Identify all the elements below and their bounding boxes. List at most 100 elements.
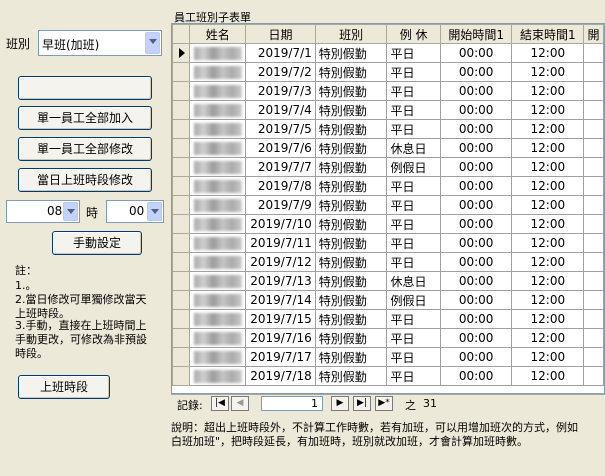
cell-end1[interactable]: 12:00 [511,62,585,82]
cell-start1[interactable]: 00:00 [439,271,513,291]
row-selector[interactable] [172,214,191,234]
row-selector[interactable] [172,176,191,196]
row-selector[interactable] [172,252,191,272]
cell-name[interactable] [189,176,247,196]
cell-shift[interactable]: 特別假勤 [314,233,388,253]
row-selector[interactable] [172,138,191,158]
day-shift-modify-button[interactable]: 當日上班時段修改 [18,168,152,192]
cell-date[interactable]: 2019/7/16 [245,328,316,348]
cell-daytype[interactable]: 平日 [386,214,441,234]
cell-name[interactable] [189,62,247,82]
cell-end1[interactable]: 12:00 [511,252,585,272]
cell-start2[interactable] [583,290,604,310]
cell-start1[interactable]: 00:00 [439,347,513,367]
modify-all-button[interactable]: 單一員工全部修改 [18,137,152,161]
cell-daytype[interactable]: 平日 [386,100,441,120]
cell-start1[interactable]: 00:00 [439,214,513,234]
cell-start2[interactable] [583,347,604,367]
cell-date[interactable]: 2019/7/14 [245,290,316,310]
cell-start1[interactable]: 00:00 [439,62,513,82]
cell-start2[interactable] [583,81,604,101]
cell-daytype[interactable]: 平日 [386,195,441,215]
cell-name[interactable] [189,43,247,63]
cell-shift[interactable]: 特別假勤 [314,62,388,82]
cell-end1[interactable]: 12:00 [511,157,585,177]
cell-shift[interactable]: 特別假勤 [314,214,388,234]
cell-date[interactable]: 2019/7/6 [245,138,316,158]
cell-start2[interactable] [583,195,604,215]
cell-start2[interactable] [583,138,604,158]
row-selector[interactable] [172,233,191,253]
cell-date[interactable]: 2019/7/2 [245,62,316,82]
cell-start1[interactable]: 00:00 [439,43,513,63]
cell-shift[interactable]: 特別假勤 [314,347,388,367]
table-row[interactable]: 2019/7/5 特別假勤 平日 00:00 12:00 [172,119,604,139]
cell-shift[interactable]: 特別假勤 [314,252,388,272]
cell-date[interactable]: 2019/7/7 [245,157,316,177]
cell-end1[interactable]: 12:00 [511,214,585,234]
hour-select[interactable]: 08 [6,200,80,223]
cell-date[interactable]: 2019/7/17 [245,347,316,367]
cell-end1[interactable]: 12:00 [511,347,585,367]
cell-date[interactable]: 2019/7/11 [245,233,316,253]
cell-name[interactable] [189,328,247,348]
table-row[interactable]: 2019/7/16 特別假勤 平日 00:00 12:00 [172,328,604,348]
cell-name[interactable] [189,119,247,139]
cell-shift[interactable]: 特別假勤 [314,138,388,158]
cell-daytype[interactable]: 例假日 [386,290,441,310]
cell-daytype[interactable]: 平日 [386,119,441,139]
cell-daytype[interactable]: 平日 [386,328,441,348]
cell-start2[interactable] [583,119,604,139]
cell-end1[interactable]: 12:00 [511,176,585,196]
cell-daytype[interactable]: 平日 [386,347,441,367]
table-row[interactable]: 2019/7/1 特別假勤 平日 00:00 12:00 [172,43,604,63]
col-start2-header[interactable]: 開 [583,24,604,44]
cell-shift[interactable]: 特別假勤 [314,43,388,63]
cell-end1[interactable]: 12:00 [511,271,585,291]
row-selector[interactable] [172,119,191,139]
row-selector[interactable] [172,347,191,367]
cell-name[interactable] [189,214,247,234]
row-selector[interactable] [172,62,191,82]
cell-shift[interactable]: 特別假勤 [314,81,388,101]
col-end1-header[interactable]: 結束時間1 [511,24,585,44]
cell-shift[interactable]: 特別假勤 [314,195,388,215]
chevron-down-icon[interactable] [147,202,162,221]
cell-shift[interactable]: 特別假勤 [314,176,388,196]
col-date-header[interactable]: 日期 [245,24,316,44]
row-selector[interactable] [172,366,191,386]
cell-start1[interactable]: 00:00 [439,309,513,329]
cell-date[interactable]: 2019/7/13 [245,271,316,291]
cell-daytype[interactable]: 休息日 [386,138,441,158]
cell-start1[interactable]: 00:00 [439,252,513,272]
work-hours-button[interactable]: 上班時段 [18,375,110,399]
col-start1-header[interactable]: 開始時間1 [439,24,513,44]
next-record-icon[interactable]: ▶ [331,396,349,411]
cell-name[interactable] [189,138,247,158]
cell-date[interactable]: 2019/7/18 [245,366,316,386]
cell-end1[interactable]: 12:00 [511,119,585,139]
cell-start2[interactable] [583,328,604,348]
cell-name[interactable] [189,100,247,120]
table-row[interactable]: 2019/7/12 特別假勤 平日 00:00 12:00 [172,252,604,272]
cell-end1[interactable]: 12:00 [511,138,585,158]
cell-shift[interactable]: 特別假勤 [314,328,388,348]
cell-name[interactable] [189,347,247,367]
cell-date[interactable]: 2019/7/3 [245,81,316,101]
cell-name[interactable] [189,233,247,253]
row-selector[interactable] [172,100,191,120]
cell-end1[interactable]: 12:00 [511,81,585,101]
cell-daytype[interactable]: 平日 [386,366,441,386]
first-record-icon[interactable]: |◀ [211,396,229,411]
table-row[interactable]: 2019/7/8 特別假勤 平日 00:00 12:00 [172,176,604,196]
cell-date[interactable]: 2019/7/8 [245,176,316,196]
cell-start2[interactable] [583,157,604,177]
cell-end1[interactable]: 12:00 [511,195,585,215]
cell-name[interactable] [189,271,247,291]
cell-daytype[interactable]: 平日 [386,252,441,272]
table-row[interactable]: 2019/7/7 特別假勤 例假日 00:00 12:00 [172,157,604,177]
cell-daytype[interactable]: 平日 [386,62,441,82]
cell-daytype[interactable]: 平日 [386,176,441,196]
cell-start2[interactable] [583,366,604,386]
row-selector[interactable] [172,328,191,348]
